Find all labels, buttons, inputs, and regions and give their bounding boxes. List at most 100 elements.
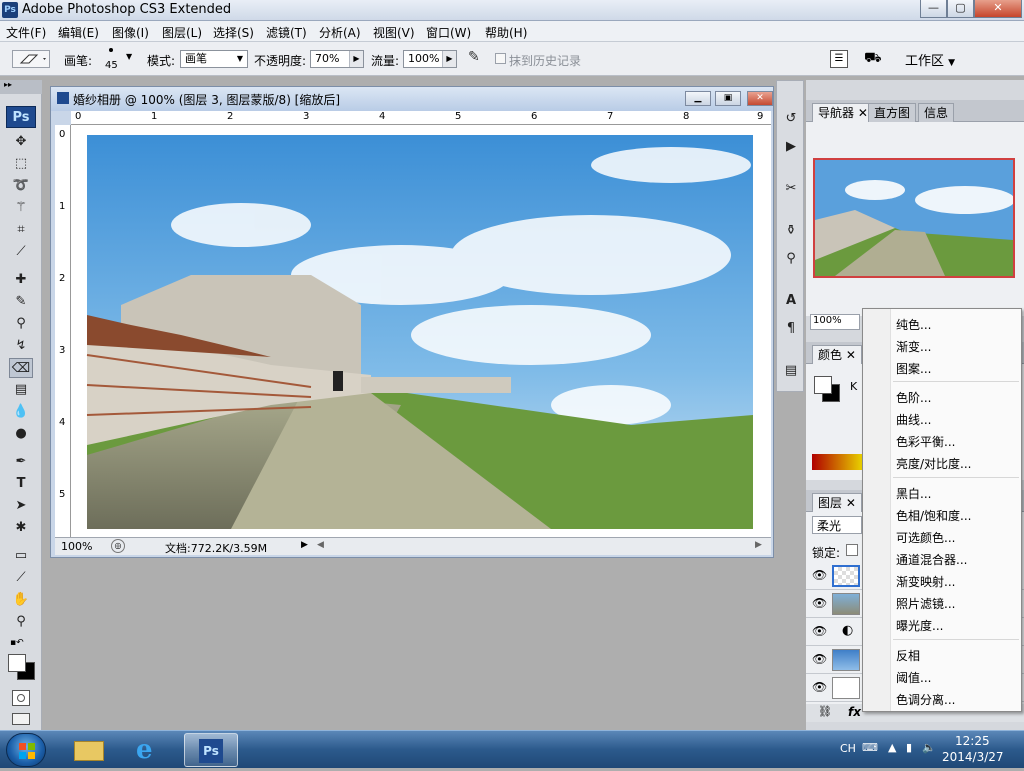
menu-edit[interactable]: 编辑(E) xyxy=(58,24,99,41)
zoom-tool-icon[interactable]: ⚲ xyxy=(9,612,33,632)
menu-item-invert[interactable]: 反相 xyxy=(896,647,920,664)
path-selection-tool-icon[interactable]: ➤ xyxy=(9,496,33,516)
mode-select[interactable]: 画笔 ▼ xyxy=(180,50,248,68)
menu-item-posterize[interactable]: 色调分离... xyxy=(896,691,955,708)
menu-item-curves[interactable]: 曲线... xyxy=(896,411,931,428)
navigator-view-box[interactable] xyxy=(813,158,1015,278)
menu-item-solid-color[interactable]: 纯色... xyxy=(896,316,931,333)
foreground-color-swatch[interactable] xyxy=(8,654,26,672)
menu-item-color-balance[interactable]: 色彩平衡... xyxy=(896,433,955,450)
network-icon[interactable]: ▮ xyxy=(906,741,912,754)
notes-tool-icon[interactable]: ▭ xyxy=(9,546,33,566)
menu-analysis[interactable]: 分析(A) xyxy=(319,24,361,41)
language-indicator[interactable]: CH xyxy=(840,742,856,755)
clock-time[interactable]: 12:25 xyxy=(955,734,990,748)
arrow-right-icon[interactable]: ▶ xyxy=(442,51,456,67)
minimize-button[interactable]: — xyxy=(920,0,947,18)
navigator-zoom-field[interactable]: 100% xyxy=(810,314,860,330)
slice-tool-icon[interactable]: ⟋ xyxy=(9,242,33,262)
blur-tool-icon[interactable]: 💧 xyxy=(9,402,33,422)
menu-help[interactable]: 帮助(H) xyxy=(485,24,527,41)
crop-tool-icon[interactable]: ⌗ xyxy=(9,220,33,240)
menu-view[interactable]: 视图(V) xyxy=(373,24,415,41)
clone-source-icon[interactable]: ⚲ xyxy=(781,249,801,269)
menu-item-pattern[interactable]: 图案... xyxy=(896,360,931,377)
healing-brush-tool-icon[interactable]: ✚ xyxy=(9,270,33,290)
blend-mode-select[interactable]: 柔光 xyxy=(812,516,862,534)
character-panel-icon[interactable]: A xyxy=(781,291,801,311)
tab-histogram[interactable]: 直方图 xyxy=(868,103,917,122)
color-ramp[interactable] xyxy=(812,454,862,470)
layer-comps-icon[interactable]: ▤ xyxy=(781,361,801,381)
menu-item-exposure[interactable]: 曝光度... xyxy=(896,617,943,634)
canvas-area[interactable] xyxy=(71,125,771,537)
menu-item-gradient-map[interactable]: 渐变映射... xyxy=(896,573,955,590)
airbrush-icon[interactable]: ✎ xyxy=(468,49,488,69)
tool-preset-picker[interactable] xyxy=(12,50,50,68)
palette-well-icon[interactable]: ☰ xyxy=(830,50,848,68)
eye-icon[interactable]: 👁 xyxy=(812,680,827,694)
zoom-level[interactable]: 100% xyxy=(61,540,92,553)
arrow-right-icon[interactable]: ▶ xyxy=(349,51,363,67)
eye-icon[interactable]: 👁 xyxy=(812,624,827,638)
tool-presets-icon[interactable]: ✂ xyxy=(781,179,801,199)
doc-restore-button[interactable]: ▣ xyxy=(715,91,741,106)
fx-button[interactable]: fx xyxy=(848,705,861,719)
menu-item-photo-filter[interactable]: 照片滤镜... xyxy=(896,595,955,612)
color-foreground-swatch[interactable] xyxy=(814,376,832,394)
screen-mode-icon[interactable] xyxy=(12,713,30,725)
quick-mask-icon[interactable] xyxy=(12,690,30,706)
menu-item-selective-color[interactable]: 可选颜色... xyxy=(896,529,955,546)
toolbox-grip[interactable]: ▸▸ xyxy=(0,80,42,94)
doc-close-button[interactable]: ✕ xyxy=(747,91,773,106)
document-title-bar[interactable]: 婚纱相册 @ 100% (图层 3, 图层蒙版/8) [缩放后] ▁ ▣ ✕ xyxy=(51,87,773,111)
volume-icon[interactable]: 🔈 xyxy=(922,741,936,754)
taskbar-explorer[interactable] xyxy=(62,733,116,767)
menu-window[interactable]: 窗口(W) xyxy=(426,24,471,41)
workspace-menu[interactable]: 工作区 ▼ xyxy=(905,50,955,69)
menu-item-channel-mixer[interactable]: 通道混合器... xyxy=(896,551,967,568)
canvas-image[interactable] xyxy=(71,125,771,537)
move-tool-icon[interactable]: ✥ xyxy=(9,132,33,152)
tab-navigator[interactable]: 导航器 ✕ xyxy=(812,103,874,122)
menu-layer[interactable]: 图层(L) xyxy=(162,24,202,41)
menu-item-black-white[interactable]: 黑白... xyxy=(896,485,931,502)
eraser-tool-icon[interactable]: ⌫ xyxy=(9,358,33,378)
history-panel-icon[interactable]: ↺ xyxy=(781,109,801,129)
menu-item-threshold[interactable]: 阈值... xyxy=(896,669,931,686)
lasso-tool-icon[interactable]: ➰ xyxy=(9,176,33,196)
erase-history-checkbox[interactable] xyxy=(495,53,506,64)
menu-item-brightness-contrast[interactable]: 亮度/对比度... xyxy=(896,455,972,472)
menu-file[interactable]: 文件(F) xyxy=(6,24,46,41)
doc-minimize-button[interactable]: ▁ xyxy=(685,91,711,106)
default-colors-icon[interactable]: ▪↶ xyxy=(10,638,24,648)
eyedropper-tool-icon[interactable]: ⟋ xyxy=(9,568,33,588)
menu-item-hue-saturation[interactable]: 色相/饱和度... xyxy=(896,507,972,524)
tab-color[interactable]: 颜色 ✕ xyxy=(812,345,862,364)
taskbar-internet-explorer[interactable]: e xyxy=(122,733,176,767)
bridge-icon[interactable]: ⛟ xyxy=(864,50,888,68)
clone-stamp-tool-icon[interactable]: ⚲ xyxy=(9,314,33,334)
scroll-left-icon[interactable]: ◀ xyxy=(317,540,324,550)
menu-item-levels[interactable]: 色阶... xyxy=(896,389,931,406)
start-button[interactable] xyxy=(6,733,46,767)
marquee-tool-icon[interactable]: ⬚ xyxy=(9,154,33,174)
brushes-panel-icon[interactable]: ⚱ xyxy=(781,221,801,241)
status-info-icon[interactable]: ◎ xyxy=(111,539,125,553)
brush-tool-icon[interactable]: ✎ xyxy=(9,292,33,312)
opacity-field[interactable]: 70% ▶ xyxy=(310,50,364,68)
eye-icon[interactable]: 👁 xyxy=(812,568,827,582)
type-tool-icon[interactable]: T xyxy=(9,474,33,494)
scroll-right-icon[interactable]: ▶ xyxy=(755,540,762,550)
dodge-tool-icon[interactable]: ● xyxy=(9,424,33,444)
menu-select[interactable]: 选择(S) xyxy=(213,24,254,41)
gradient-tool-icon[interactable]: ▤ xyxy=(9,380,33,400)
lock-transparency-icon[interactable] xyxy=(846,544,858,556)
link-layers-icon[interactable]: ⛓ xyxy=(818,705,832,718)
keyboard-icon[interactable]: ⌨ xyxy=(862,741,878,754)
taskbar-photoshop[interactable]: Ps xyxy=(184,733,238,767)
brush-picker[interactable]: 45 ▼ xyxy=(100,46,136,74)
status-menu-arrow-icon[interactable]: ▶ xyxy=(301,540,308,550)
menu-item-gradient[interactable]: 渐变... xyxy=(896,338,931,355)
tab-layers[interactable]: 图层 ✕ xyxy=(812,493,862,512)
